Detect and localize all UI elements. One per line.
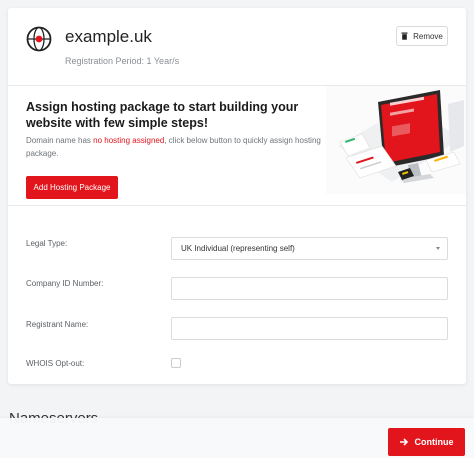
- footer-bar: Continue: [0, 418, 474, 458]
- continue-label: Continue: [414, 437, 454, 447]
- hosting-title: Assign hosting package to start building…: [26, 100, 299, 130]
- globe-icon: [26, 26, 52, 52]
- arrow-right-icon: [399, 438, 408, 446]
- trash-icon: [401, 32, 408, 40]
- company-id-input[interactable]: [171, 277, 448, 300]
- remove-label: Remove: [413, 31, 443, 41]
- legal-type-value: UK Individual (representing self): [181, 244, 295, 253]
- hosting-promo: Assign hosting package to start building…: [8, 85, 466, 206]
- legal-type-label: Legal Type:: [26, 239, 68, 248]
- domain-name: example.uk: [65, 27, 152, 46]
- continue-button[interactable]: Continue: [388, 428, 465, 456]
- legal-type-select[interactable]: UK Individual (representing self): [171, 237, 448, 260]
- add-hosting-package-button[interactable]: Add Hosting Package: [26, 176, 118, 199]
- chevron-down-icon: [436, 247, 440, 250]
- desc-prefix: Domain name has: [26, 136, 94, 145]
- hosting-description: Domain name has no hosting assigned, cli…: [26, 134, 326, 160]
- domain-config-card: example.uk Registration Period: 1 Year/s…: [8, 8, 466, 384]
- registrant-name-label: Registrant Name:: [26, 320, 89, 329]
- no-hosting-highlight: no hosting assigned: [93, 136, 165, 145]
- domain-header: example.uk Registration Period: 1 Year/s…: [8, 8, 466, 86]
- company-id-label: Company ID Number:: [26, 279, 104, 288]
- hosting-illustration: [326, 86, 466, 194]
- whois-optout-label: WHOIS Opt-out:: [26, 359, 85, 368]
- registration-period: Registration Period: 1 Year/s: [65, 56, 180, 66]
- registrant-name-input[interactable]: [171, 317, 448, 340]
- remove-button[interactable]: Remove: [396, 26, 448, 46]
- whois-optout-checkbox[interactable]: [171, 358, 181, 368]
